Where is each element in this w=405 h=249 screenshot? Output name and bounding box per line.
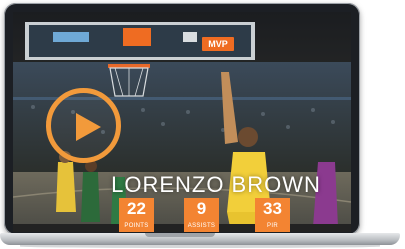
video-player[interactable]: MVP LORENZO BROWN 22 POINTS 9 ASSISTS 33… xyxy=(13,12,351,232)
stat-assists: 9 ASSISTS xyxy=(184,198,219,232)
stat-pir: 33 PIR xyxy=(255,198,290,232)
laptop-shadow xyxy=(20,245,380,248)
stat-label: POINTS xyxy=(124,223,149,229)
play-button[interactable] xyxy=(46,88,121,163)
player-name: LORENZO BROWN xyxy=(111,172,321,197)
mvp-badge: MVP xyxy=(202,37,234,51)
stat-label: PIR xyxy=(267,223,278,229)
stat-points: 22 POINTS xyxy=(119,198,154,232)
stat-label: ASSISTS xyxy=(187,223,216,229)
stat-value: 33 xyxy=(263,199,282,218)
stat-value: 22 xyxy=(127,199,146,218)
stat-value: 9 xyxy=(196,199,207,218)
play-icon xyxy=(76,113,101,141)
laptop-notch xyxy=(145,233,215,237)
